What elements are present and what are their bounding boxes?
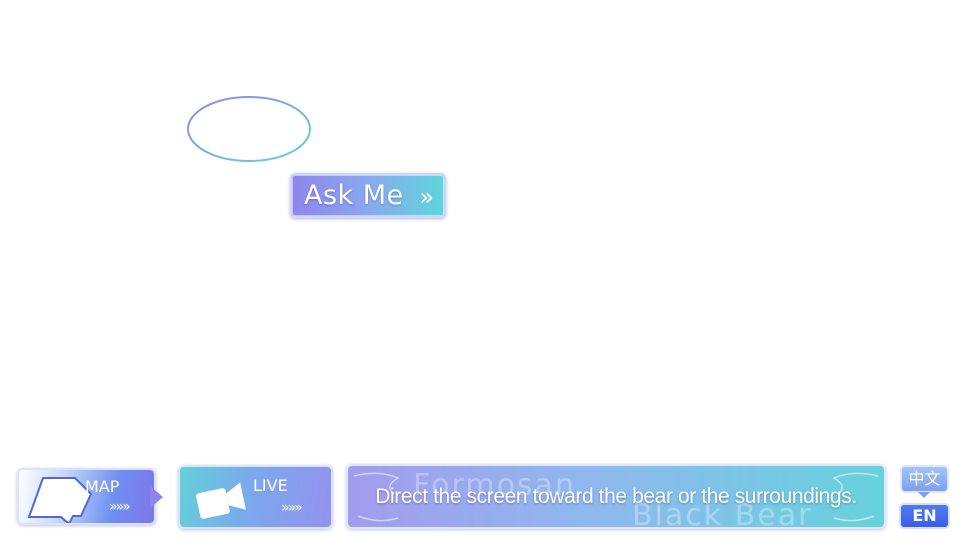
map-button[interactable]: MAP »»» [17, 468, 156, 525]
map-notch [150, 486, 163, 508]
ask-me-button[interactable]: Ask Me » [290, 173, 446, 218]
speech-tail [918, 492, 930, 498]
language-zh-button[interactable]: 中文 [900, 465, 949, 493]
map-label: MAP [85, 477, 120, 496]
chevrons-right-icon: »»» [109, 499, 131, 515]
chevrons-right-icon: »»» [281, 500, 303, 516]
instruction-text: Direct the screen toward the bear or the… [375, 485, 857, 508]
target-ellipse [187, 96, 311, 162]
language-en-button[interactable]: EN [899, 503, 950, 529]
chevron-right-icon: » [419, 183, 434, 211]
instruction-panel: Formosan Black Bear Direct the screen to… [346, 464, 886, 529]
camera-icon [196, 482, 246, 519]
live-label: LIVE [253, 476, 288, 495]
ask-me-label: Ask Me [304, 180, 404, 211]
live-button[interactable]: LIVE »»» [178, 465, 333, 529]
